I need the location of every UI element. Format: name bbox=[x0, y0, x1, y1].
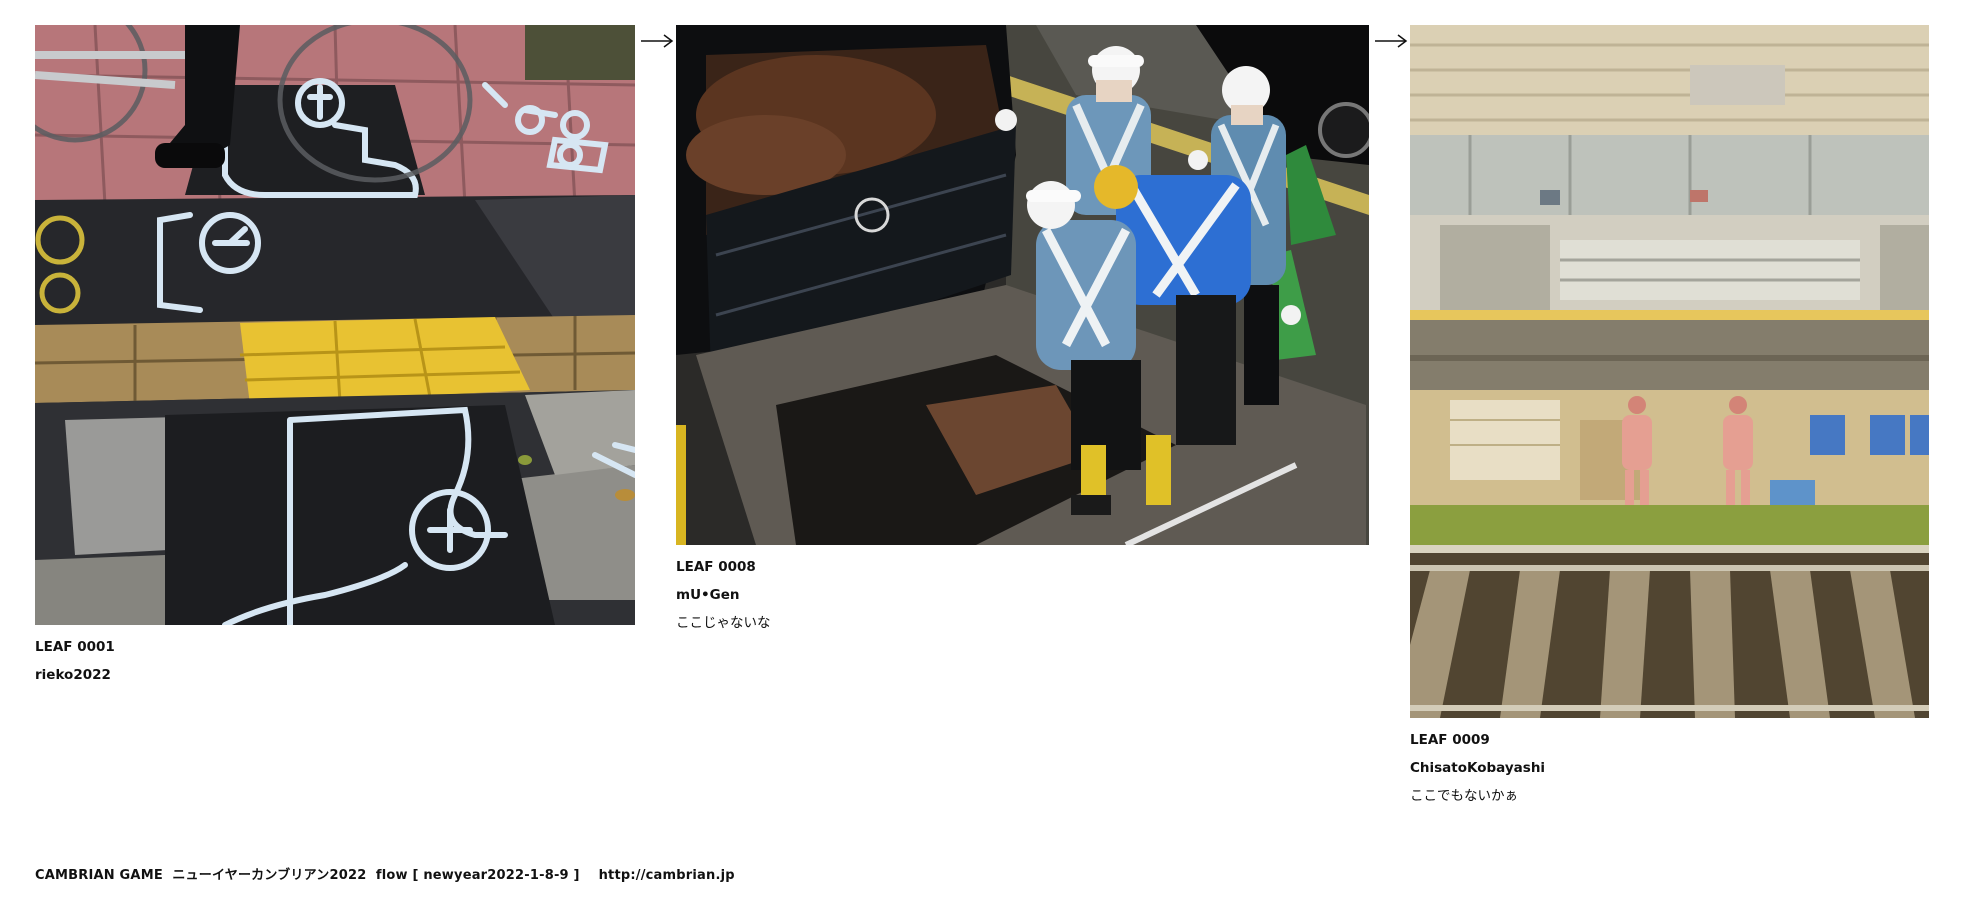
leaf-card-0001: LEAF 0001 rieko2022 bbox=[35, 25, 635, 689]
leaf-photo-0001[interactable] bbox=[35, 25, 635, 625]
leaf-photo-0008[interactable] bbox=[676, 25, 1369, 545]
leaf-author[interactable]: mU•Gen bbox=[676, 581, 1369, 609]
leaf-caption-0009: LEAF 0009 ChisatoKobayashi ここでもないかぁ bbox=[1410, 726, 1929, 810]
leaf-id: LEAF 0008 bbox=[676, 559, 756, 575]
road-workers-photo bbox=[676, 25, 1369, 545]
leaf-card-0008: LEAF 0008 mU•Gen ここじゃないな bbox=[676, 25, 1369, 637]
leaf-photo-0009[interactable] bbox=[1410, 25, 1929, 718]
leaf-comment: ここでもないかぁ bbox=[1410, 788, 1518, 804]
leaf-card-0009: LEAF 0009 ChisatoKobayashi ここでもないかぁ bbox=[1410, 25, 1929, 810]
leaf-id: LEAF 0009 bbox=[1410, 732, 1490, 748]
leaf-author[interactable]: rieko2022 bbox=[35, 661, 635, 689]
leaf-author[interactable]: ChisatoKobayashi bbox=[1410, 754, 1929, 782]
footer-credits[interactable]: CAMBRIAN GAME ニューイヤーカンブリアン2022 flow [ ne… bbox=[35, 864, 735, 883]
train-platform-photo bbox=[1410, 25, 1929, 718]
leaf-caption-0001: LEAF 0001 rieko2022 bbox=[35, 633, 635, 689]
right-arrow-icon bbox=[641, 34, 674, 48]
right-arrow-icon bbox=[1375, 34, 1408, 48]
sidewalk-chalk-marks-photo bbox=[35, 25, 635, 625]
leaf-caption-0008: LEAF 0008 mU•Gen ここじゃないな bbox=[676, 553, 1369, 637]
leaf-id: LEAF 0001 bbox=[35, 639, 115, 655]
leaf-comment: ここじゃないな bbox=[676, 615, 771, 631]
